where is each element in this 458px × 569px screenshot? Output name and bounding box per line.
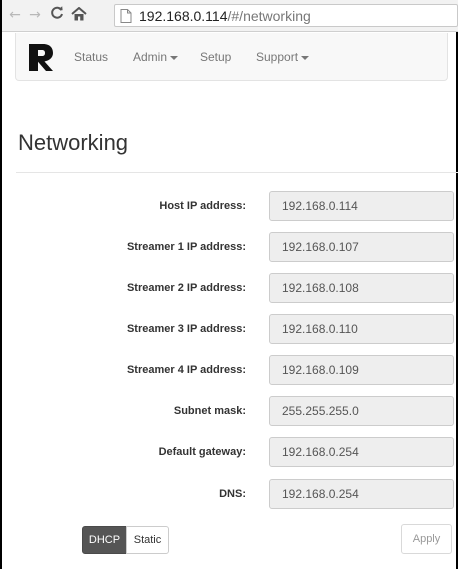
default-gateway-input[interactable] <box>269 437 454 467</box>
url-path: /#/networking <box>227 8 311 24</box>
nav-support-label: Support <box>256 50 299 64</box>
chevron-down-icon <box>301 55 310 60</box>
nav-setup[interactable]: Setup <box>200 50 231 64</box>
dns-input[interactable] <box>269 479 454 509</box>
chevron-down-icon <box>170 55 179 60</box>
reload-icon[interactable] <box>48 6 66 26</box>
subnet-mask-input[interactable] <box>269 396 454 426</box>
form-row-streamer-1-ip: Streamer 1 IP address: <box>2 232 458 262</box>
page-icon <box>120 9 132 28</box>
form-row-streamer-4-ip: Streamer 4 IP address: <box>2 355 458 385</box>
nav-admin-label: Admin <box>133 50 168 64</box>
default-gateway-label: Default gateway: <box>158 446 246 458</box>
subnet-mask-label: Subnet mask: <box>173 405 246 417</box>
host-ip-label: Host IP address: <box>159 200 246 212</box>
form-row-dns: DNS: <box>2 479 458 509</box>
nav-status[interactable]: Status <box>74 50 108 64</box>
streamer-1-ip-label: Streamer 1 IP address: <box>126 241 246 253</box>
url-host: 192.168.0.114 <box>139 8 228 24</box>
dns-label: DNS: <box>219 488 246 500</box>
streamer-3-ip-label: Streamer 3 IP address: <box>126 323 246 335</box>
form-row-streamer-3-ip: Streamer 3 IP address: <box>2 314 458 344</box>
form-row-streamer-2-ip: Streamer 2 IP address: <box>2 273 458 303</box>
app-navbar: Status Admin Setup Support <box>15 33 448 81</box>
streamer-4-ip-label: Streamer 4 IP address: <box>126 364 246 376</box>
nav-admin[interactable]: Admin <box>133 50 179 64</box>
streamer-2-ip-input[interactable] <box>269 273 454 303</box>
brand-logo[interactable] <box>26 42 56 77</box>
dhcp-button[interactable]: DHCP <box>82 526 127 554</box>
streamer-4-ip-input[interactable] <box>269 355 454 385</box>
nav-support[interactable]: Support <box>256 50 310 64</box>
page-title: Networking <box>18 130 129 155</box>
static-button[interactable]: Static <box>126 526 169 554</box>
home-icon[interactable] <box>70 6 88 27</box>
form-row-subnet-mask: Subnet mask: <box>2 396 458 426</box>
browser-toolbar: ← → 192.168.0.114/#/networking <box>2 0 458 32</box>
streamer-2-ip-label: Streamer 2 IP address: <box>126 282 246 294</box>
url-text: 192.168.0.114/#/networking <box>139 7 311 25</box>
apply-button[interactable]: Apply <box>401 524 452 554</box>
back-arrow-icon[interactable]: ← <box>6 5 24 25</box>
divider <box>16 172 458 173</box>
window-frame: ← → 192.168.0.114/#/networking Status Ad… <box>0 0 458 569</box>
streamer-1-ip-input[interactable] <box>269 232 454 262</box>
host-ip-input[interactable] <box>269 191 454 221</box>
form-row-default-gateway: Default gateway: <box>2 437 458 467</box>
form-row-host-ip: Host IP address: <box>2 191 458 221</box>
address-bar[interactable]: 192.168.0.114/#/networking <box>114 4 458 27</box>
streamer-3-ip-input[interactable] <box>269 314 454 344</box>
forward-arrow-icon[interactable]: → <box>26 5 44 25</box>
